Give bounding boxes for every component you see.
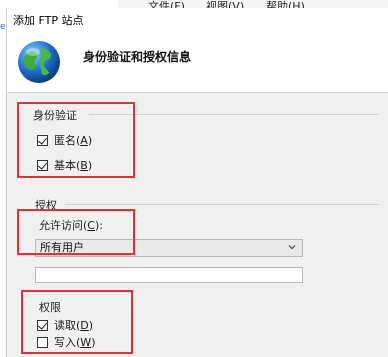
authorization-group-divider: [65, 204, 379, 205]
dialog-titlebar[interactable]: 添加 FTP 站点: [7, 8, 388, 31]
user-field[interactable]: [35, 267, 303, 283]
vertical-scrollbar[interactable]: [383, 93, 388, 357]
dialog-content: 身份验证 匿名(A) 基本(B) 授权 允许访问(C): 所有用户 权限 读取(…: [7, 93, 388, 357]
chevron-down-icon: [288, 245, 296, 250]
header-title: 身份验证和授权信息: [83, 50, 192, 64]
allow-access-highlight-box: [17, 209, 135, 255]
dialog-title: 添加 FTP 站点: [13, 14, 84, 27]
permissions-highlight-box: [21, 290, 133, 354]
dialog-header: 身份验证和授权信息: [7, 30, 388, 93]
add-ftp-site-dialog: 添加 FTP 站点 身份验证和授权信息 身份验证 匿名(A) 基本(B) 授权 …: [6, 8, 388, 357]
globe-icon: [18, 41, 60, 83]
auth-highlight-box: [17, 102, 135, 178]
